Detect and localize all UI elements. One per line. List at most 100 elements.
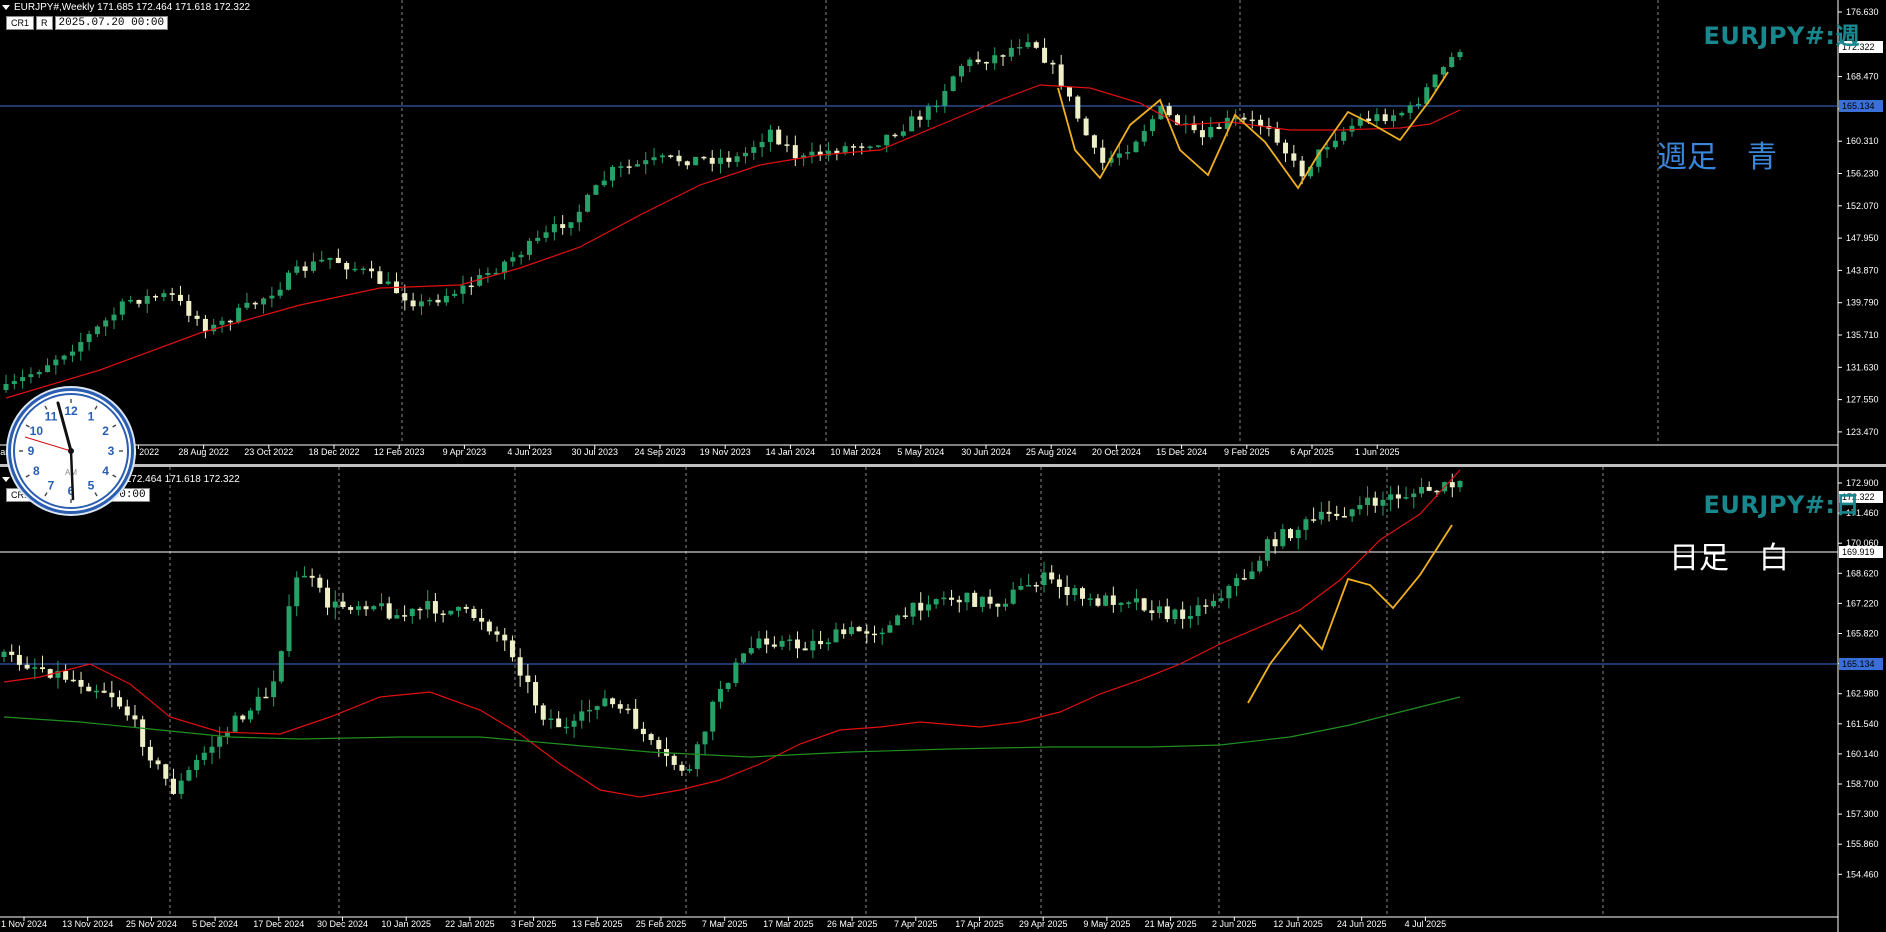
weekly-date-field[interactable]: 2025.07.20 00:00: [54, 16, 169, 30]
candle-body: [958, 65, 964, 77]
price-label: 154.460: [1846, 869, 1879, 879]
price-label: 162.980: [1846, 689, 1879, 699]
candle-body: [742, 152, 748, 157]
collapse-triangle-icon[interactable]: [2, 477, 10, 482]
candle-body: [443, 295, 449, 303]
candle-body: [301, 575, 307, 578]
candle-body: [479, 617, 485, 622]
date-label: 1 Jun 2025: [1355, 447, 1400, 457]
candle[interactable]: [1133, 139, 1139, 153]
candle-body: [1072, 588, 1078, 596]
clock-number: 7: [48, 479, 55, 493]
candle-body: [794, 639, 800, 649]
candle-body: [1391, 115, 1397, 122]
candle[interactable]: [593, 184, 599, 195]
candle-body: [248, 710, 254, 720]
candle-body: [111, 314, 117, 321]
candle-body: [510, 257, 516, 262]
candle-body: [128, 300, 134, 302]
candle-body: [1141, 598, 1147, 611]
candle-body: [610, 698, 616, 705]
hline-165134-weekly-tag-label: 165.134: [1842, 101, 1875, 111]
candle-body: [170, 778, 176, 794]
candle-body: [132, 715, 138, 720]
price-label: 156.230: [1846, 169, 1879, 179]
candle-body: [294, 577, 300, 607]
candle-body: [726, 157, 732, 162]
candle-body: [556, 718, 562, 728]
candle-body: [934, 105, 940, 108]
price-label: 143.870: [1846, 265, 1879, 275]
candle-body: [1295, 529, 1301, 539]
weekly-chart-panel[interactable]: 176.630172.550168.470164.390160.310156.2…: [0, 0, 1886, 464]
candle-body: [972, 592, 978, 607]
candle-body: [687, 769, 693, 771]
candle[interactable]: [585, 193, 591, 213]
candle-body: [309, 575, 315, 578]
hline-169919-daily-tag-label: 169.919: [1842, 547, 1875, 557]
date-label: 9 Feb 2025: [1224, 447, 1270, 457]
candle-body: [117, 697, 123, 707]
candle[interactable]: [895, 614, 901, 626]
candle[interactable]: [1083, 116, 1089, 136]
date-label: 18 Dec 2022: [308, 447, 359, 457]
date-label: 26 Mar 2025: [827, 919, 878, 929]
candle-body: [386, 603, 392, 619]
candle-body: [363, 606, 369, 610]
reset-button[interactable]: R: [36, 16, 53, 30]
candle-body: [856, 626, 862, 632]
clock-number: 4: [102, 464, 109, 478]
candle-body: [1008, 47, 1014, 57]
candle-body: [571, 720, 577, 727]
candle-body: [485, 273, 491, 276]
candle-body: [648, 734, 654, 741]
candle-body: [767, 129, 773, 143]
cr1-button[interactable]: CR1: [6, 16, 35, 30]
candle-body: [610, 166, 616, 181]
candle-body: [887, 625, 893, 633]
candle-body: [1449, 482, 1455, 488]
candle-body: [1002, 603, 1008, 607]
candle-body: [859, 146, 865, 148]
candle-body: [640, 728, 646, 735]
price-label: 147.950: [1846, 233, 1879, 243]
candle-body: [1149, 610, 1155, 613]
candle[interactable]: [950, 75, 956, 92]
candle[interactable]: [278, 650, 284, 684]
candle-body: [618, 166, 624, 168]
candle-body: [360, 268, 366, 271]
candle-body: [186, 769, 192, 781]
collapse-triangle-icon[interactable]: [2, 5, 10, 10]
candle[interactable]: [693, 156, 699, 166]
candle[interactable]: [1075, 95, 1081, 122]
daily-chart-canvas[interactable]: 172.900171.460170.060168.620167.220165.8…: [0, 467, 1886, 932]
candle[interactable]: [972, 590, 978, 608]
candle-body: [486, 621, 492, 632]
daily-chart-panel[interactable]: 172.900 171.460 170.060 168.620 167.220 165.8…: [0, 467, 1886, 932]
date-label: 17 Mar 2025: [763, 919, 814, 929]
candle-body: [310, 261, 316, 271]
candle-body: [394, 615, 400, 619]
candle-body: [1150, 119, 1156, 132]
candle-body: [792, 145, 798, 159]
analog-clock-widget[interactable]: 121234567891011AM: [8, 388, 134, 514]
candle-body: [3, 384, 9, 390]
date-label: 25 Feb 2025: [636, 919, 687, 929]
candle-body: [1299, 160, 1305, 177]
candle-body: [625, 708, 631, 711]
candle-body: [987, 596, 993, 604]
candle-body: [209, 746, 215, 753]
weekly-chart-canvas[interactable]: 176.630172.550168.470164.390160.310156.2…: [0, 0, 1886, 464]
date-label: 24 Jun 2025: [1337, 919, 1387, 929]
candle-body: [809, 151, 815, 156]
date-label: 17 Dec 2024: [253, 919, 304, 929]
candle-body: [1203, 605, 1209, 607]
candle-body: [509, 640, 515, 658]
price-label: 135.710: [1846, 330, 1879, 340]
candle-body: [949, 597, 955, 600]
candle-body: [717, 689, 723, 702]
candle[interactable]: [1141, 597, 1147, 612]
candle[interactable]: [285, 270, 291, 291]
candle-body: [161, 293, 167, 297]
candle-body: [277, 289, 283, 296]
